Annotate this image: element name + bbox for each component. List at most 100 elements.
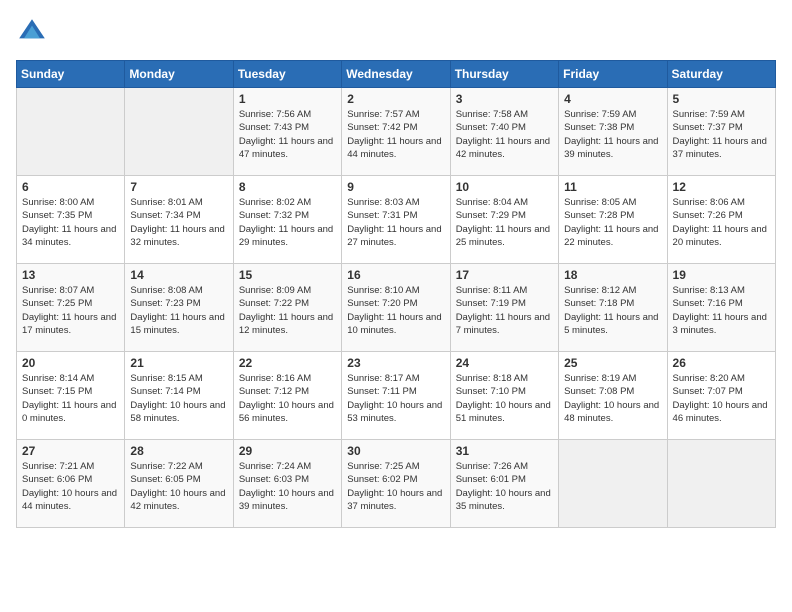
day-number: 18 — [564, 268, 661, 282]
weekday-header: Tuesday — [233, 61, 341, 88]
day-number: 6 — [22, 180, 119, 194]
calendar-cell: 22 Sunrise: 8:16 AMSunset: 7:12 PMDayligh… — [233, 352, 341, 440]
weekday-header: Sunday — [17, 61, 125, 88]
day-number: 15 — [239, 268, 336, 282]
day-info: Sunrise: 8:16 AMSunset: 7:12 PMDaylight:… — [239, 372, 336, 425]
day-info: Sunrise: 8:12 AMSunset: 7:18 PMDaylight:… — [564, 284, 661, 337]
weekday-header: Saturday — [667, 61, 775, 88]
calendar-cell: 7 Sunrise: 8:01 AMSunset: 7:34 PMDaylight… — [125, 176, 233, 264]
day-number: 19 — [673, 268, 770, 282]
day-info: Sunrise: 8:03 AMSunset: 7:31 PMDaylight:… — [347, 196, 444, 249]
calendar-cell: 6 Sunrise: 8:00 AMSunset: 7:35 PMDaylight… — [17, 176, 125, 264]
day-number: 31 — [456, 444, 553, 458]
day-info: Sunrise: 7:56 AMSunset: 7:43 PMDaylight:… — [239, 108, 336, 161]
calendar-cell: 8 Sunrise: 8:02 AMSunset: 7:32 PMDaylight… — [233, 176, 341, 264]
page-header — [16, 16, 776, 48]
day-info: Sunrise: 7:26 AMSunset: 6:01 PMDaylight:… — [456, 460, 553, 513]
calendar-cell: 30 Sunrise: 7:25 AMSunset: 6:02 PMDayligh… — [342, 440, 450, 528]
day-info: Sunrise: 8:18 AMSunset: 7:10 PMDaylight:… — [456, 372, 553, 425]
calendar-cell: 25 Sunrise: 8:19 AMSunset: 7:08 PMDayligh… — [559, 352, 667, 440]
day-info: Sunrise: 8:11 AMSunset: 7:19 PMDaylight:… — [456, 284, 553, 337]
calendar-cell — [125, 88, 233, 176]
day-info: Sunrise: 8:01 AMSunset: 7:34 PMDaylight:… — [130, 196, 227, 249]
day-info: Sunrise: 7:24 AMSunset: 6:03 PMDaylight:… — [239, 460, 336, 513]
day-number: 26 — [673, 356, 770, 370]
calendar-table: SundayMondayTuesdayWednesdayThursdayFrid… — [16, 60, 776, 528]
calendar-cell: 18 Sunrise: 8:12 AMSunset: 7:18 PMDayligh… — [559, 264, 667, 352]
calendar-cell — [667, 440, 775, 528]
day-info: Sunrise: 8:00 AMSunset: 7:35 PMDaylight:… — [22, 196, 119, 249]
weekday-header: Thursday — [450, 61, 558, 88]
calendar-cell: 17Sunrise: 8:11 AMSunset: 7:19 PMDayligh… — [450, 264, 558, 352]
calendar-cell: 14 Sunrise: 8:08 AMSunset: 7:23 PMDayligh… — [125, 264, 233, 352]
calendar-week-row: 1Sunrise: 7:56 AMSunset: 7:43 PMDaylight… — [17, 88, 776, 176]
calendar-week-row: 27Sunrise: 7:21 AMSunset: 6:06 PMDayligh… — [17, 440, 776, 528]
day-number: 23 — [347, 356, 444, 370]
calendar-week-row: 20 Sunrise: 8:14 AMSunset: 7:15 PMDayligh… — [17, 352, 776, 440]
calendar-cell — [17, 88, 125, 176]
day-number: 4 — [564, 92, 661, 106]
calendar-cell: 27Sunrise: 7:21 AMSunset: 6:06 PMDayligh… — [17, 440, 125, 528]
calendar-cell: 20 Sunrise: 8:14 AMSunset: 7:15 PMDayligh… — [17, 352, 125, 440]
calendar-cell: 26 Sunrise: 8:20 AMSunset: 7:07 PMDayligh… — [667, 352, 775, 440]
day-info: Sunrise: 7:21 AMSunset: 6:06 PMDaylight:… — [22, 460, 119, 513]
calendar-cell: 28Sunrise: 7:22 AMSunset: 6:05 PMDayligh… — [125, 440, 233, 528]
weekday-header: Friday — [559, 61, 667, 88]
day-info: Sunrise: 8:04 AMSunset: 7:29 PMDaylight:… — [456, 196, 553, 249]
day-number: 9 — [347, 180, 444, 194]
calendar-cell: 2Sunrise: 7:57 AMSunset: 7:42 PMDaylight… — [342, 88, 450, 176]
day-number: 10 — [456, 180, 553, 194]
day-info: Sunrise: 8:10 AMSunset: 7:20 PMDaylight:… — [347, 284, 444, 337]
day-number: 8 — [239, 180, 336, 194]
weekday-header: Wednesday — [342, 61, 450, 88]
calendar-cell: 21 Sunrise: 8:15 AMSunset: 7:14 PMDayligh… — [125, 352, 233, 440]
day-info: Sunrise: 8:08 AMSunset: 7:23 PMDaylight:… — [130, 284, 227, 337]
calendar-cell: 16 Sunrise: 8:10 AMSunset: 7:20 PMDayligh… — [342, 264, 450, 352]
day-info: Sunrise: 8:15 AMSunset: 7:14 PMDaylight:… — [130, 372, 227, 425]
day-number: 20 — [22, 356, 119, 370]
day-number: 11 — [564, 180, 661, 194]
weekday-header: Monday — [125, 61, 233, 88]
calendar-cell: 11 Sunrise: 8:05 AMSunset: 7:28 PMDayligh… — [559, 176, 667, 264]
calendar-cell: 12 Sunrise: 8:06 AMSunset: 7:26 PMDayligh… — [667, 176, 775, 264]
day-number: 30 — [347, 444, 444, 458]
calendar-cell: 31 Sunrise: 7:26 AMSunset: 6:01 PMDayligh… — [450, 440, 558, 528]
day-number: 24 — [456, 356, 553, 370]
day-number: 7 — [130, 180, 227, 194]
day-info: Sunrise: 7:25 AMSunset: 6:02 PMDaylight:… — [347, 460, 444, 513]
day-info: Sunrise: 8:19 AMSunset: 7:08 PMDaylight:… — [564, 372, 661, 425]
logo-icon — [16, 16, 48, 48]
day-info: Sunrise: 8:07 AMSunset: 7:25 PMDaylight:… — [22, 284, 119, 337]
day-info: Sunrise: 8:20 AMSunset: 7:07 PMDaylight:… — [673, 372, 770, 425]
day-info: Sunrise: 8:06 AMSunset: 7:26 PMDaylight:… — [673, 196, 770, 249]
calendar-cell: 23 Sunrise: 8:17 AMSunset: 7:11 PMDayligh… — [342, 352, 450, 440]
day-number: 14 — [130, 268, 227, 282]
day-number: 3 — [456, 92, 553, 106]
calendar-cell: 29 Sunrise: 7:24 AMSunset: 6:03 PMDayligh… — [233, 440, 341, 528]
day-info: Sunrise: 8:05 AMSunset: 7:28 PMDaylight:… — [564, 196, 661, 249]
calendar-cell: 13 Sunrise: 8:07 AMSunset: 7:25 PMDayligh… — [17, 264, 125, 352]
day-number: 25 — [564, 356, 661, 370]
day-number: 22 — [239, 356, 336, 370]
day-info: Sunrise: 7:22 AMSunset: 6:05 PMDaylight:… — [130, 460, 227, 513]
day-number: 29 — [239, 444, 336, 458]
day-number: 13 — [22, 268, 119, 282]
day-info: Sunrise: 7:59 AMSunset: 7:38 PMDaylight:… — [564, 108, 661, 161]
day-number: 2 — [347, 92, 444, 106]
calendar-week-row: 6 Sunrise: 8:00 AMSunset: 7:35 PMDaylight… — [17, 176, 776, 264]
day-number: 21 — [130, 356, 227, 370]
day-number: 16 — [347, 268, 444, 282]
day-info: Sunrise: 8:13 AMSunset: 7:16 PMDaylight:… — [673, 284, 770, 337]
calendar-cell: 1Sunrise: 7:56 AMSunset: 7:43 PMDaylight… — [233, 88, 341, 176]
day-info: Sunrise: 8:02 AMSunset: 7:32 PMDaylight:… — [239, 196, 336, 249]
calendar-cell: 9 Sunrise: 8:03 AMSunset: 7:31 PMDaylight… — [342, 176, 450, 264]
calendar-cell: 4 Sunrise: 7:59 AMSunset: 7:38 PMDaylight… — [559, 88, 667, 176]
day-number: 12 — [673, 180, 770, 194]
day-info: Sunrise: 8:09 AMSunset: 7:22 PMDaylight:… — [239, 284, 336, 337]
day-number: 5 — [673, 92, 770, 106]
logo — [16, 16, 52, 48]
day-info: Sunrise: 8:14 AMSunset: 7:15 PMDaylight:… — [22, 372, 119, 425]
day-info: Sunrise: 8:17 AMSunset: 7:11 PMDaylight:… — [347, 372, 444, 425]
calendar-cell: 24 Sunrise: 8:18 AMSunset: 7:10 PMDayligh… — [450, 352, 558, 440]
calendar-cell: 15 Sunrise: 8:09 AMSunset: 7:22 PMDayligh… — [233, 264, 341, 352]
